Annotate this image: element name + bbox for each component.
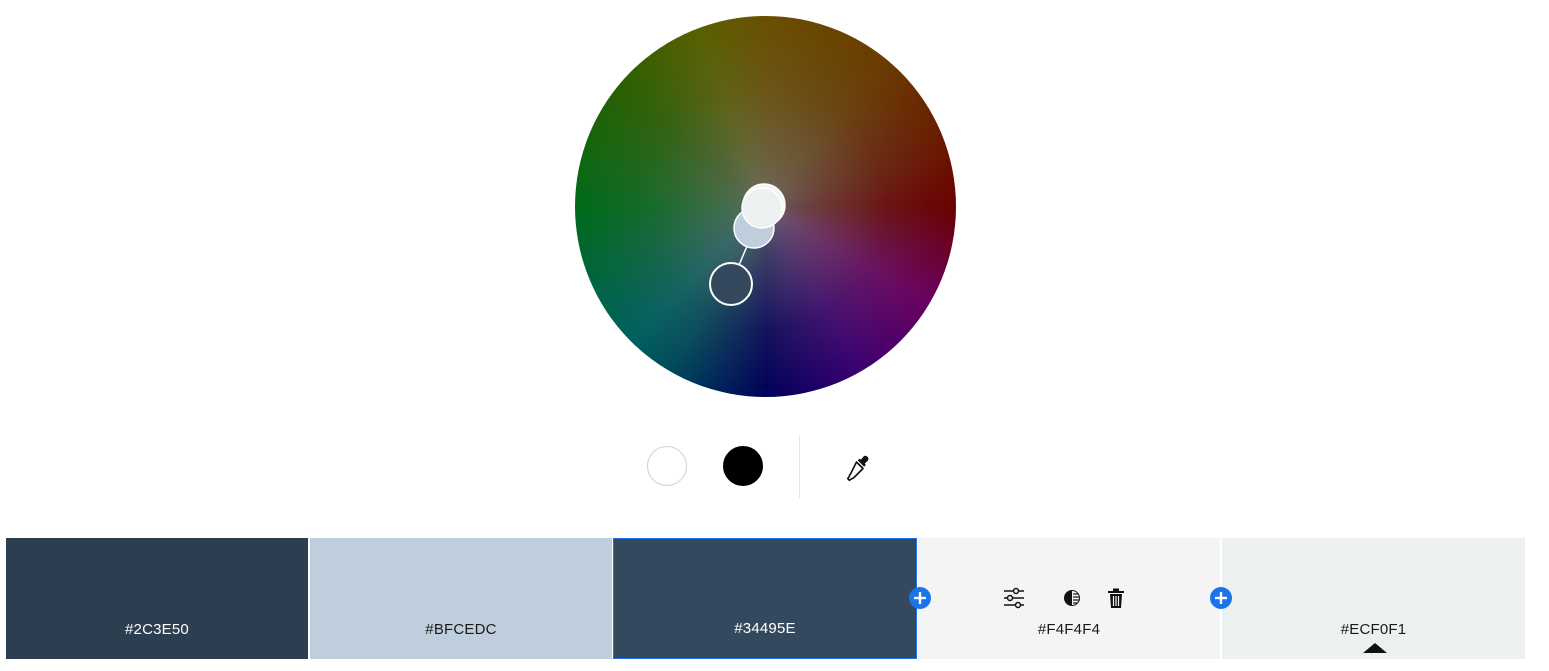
white-swatch-button[interactable] (647, 446, 687, 486)
palette-color-3[interactable]: #F4F4F4 (918, 538, 1220, 659)
contrast-icon[interactable] (1059, 585, 1085, 611)
palette-color-2-selected[interactable]: #34495E (613, 538, 917, 659)
color-block-tools (918, 585, 1220, 611)
hex-label: #BFCEDC (425, 621, 497, 638)
palette-color-4[interactable]: #ECF0F1 (1222, 538, 1525, 659)
black-swatch-button[interactable] (723, 446, 763, 486)
hex-label: #2C3E50 (125, 621, 189, 638)
palette-color-1[interactable]: #BFCEDC (310, 538, 612, 659)
plus-icon (914, 592, 926, 604)
color-wheel-handles (709, 183, 786, 306)
caret-up-icon (1363, 643, 1387, 653)
eyedropper-icon[interactable] (843, 452, 873, 482)
color-handle-light[interactable] (741, 187, 783, 229)
sliders-icon[interactable] (1001, 585, 1027, 611)
color-handle-dark[interactable] (709, 262, 753, 306)
tools-divider (799, 436, 800, 498)
hex-label: #F4F4F4 (1037, 621, 1101, 638)
palette-color-0[interactable]: #2C3E50 (6, 538, 308, 659)
hex-label: #ECF0F1 (1340, 621, 1407, 638)
plus-icon (1215, 592, 1227, 604)
color-wheel[interactable] (575, 16, 956, 397)
add-color-button[interactable] (909, 587, 931, 609)
palette-strip: #2C3E50 #BFCEDC #34495E #F4F4F4 #ECF0F1 (6, 538, 1525, 659)
wheel-tools (0, 436, 1549, 498)
hex-label: #34495E (734, 620, 796, 637)
add-color-button[interactable] (1210, 587, 1232, 609)
trash-icon[interactable] (1103, 585, 1129, 611)
